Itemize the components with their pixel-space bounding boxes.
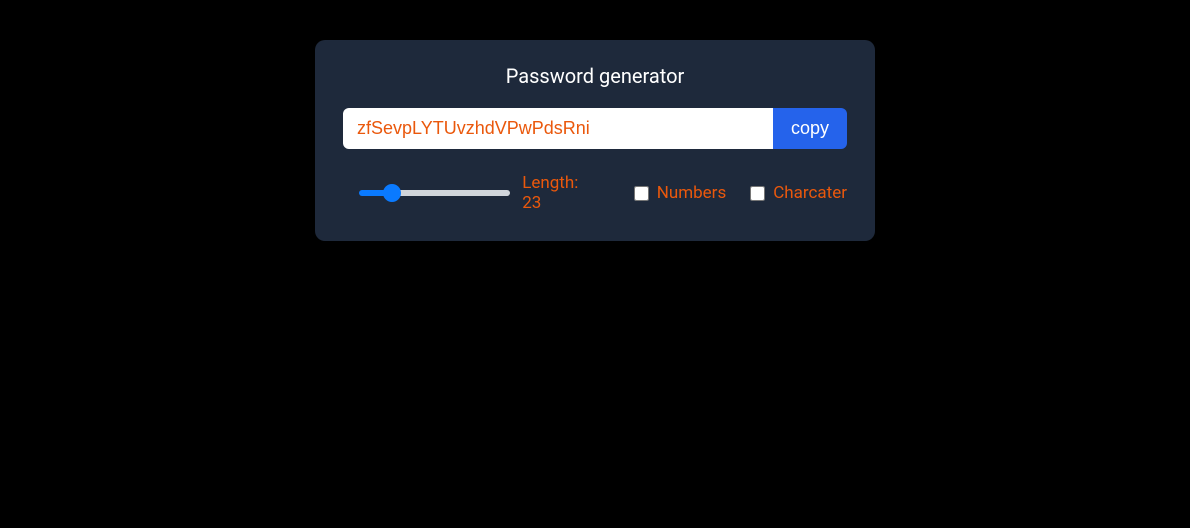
characters-label: Charcater (773, 183, 847, 203)
length-label: Length: 23 (522, 173, 600, 213)
characters-group: Charcater (750, 183, 847, 203)
password-output[interactable] (343, 108, 773, 149)
password-generator-card: Password generator copy Length: 23 Numbe… (315, 40, 875, 241)
copy-button[interactable]: copy (773, 108, 847, 149)
numbers-group: Numbers (634, 183, 727, 203)
password-row: copy (343, 108, 847, 149)
numbers-label: Numbers (657, 183, 727, 203)
numbers-checkbox[interactable] (634, 186, 649, 201)
controls-row: Length: 23 Numbers Charcater (343, 173, 847, 213)
page-title: Password generator (343, 64, 847, 88)
characters-checkbox[interactable] (750, 186, 765, 201)
length-slider[interactable] (359, 190, 510, 196)
